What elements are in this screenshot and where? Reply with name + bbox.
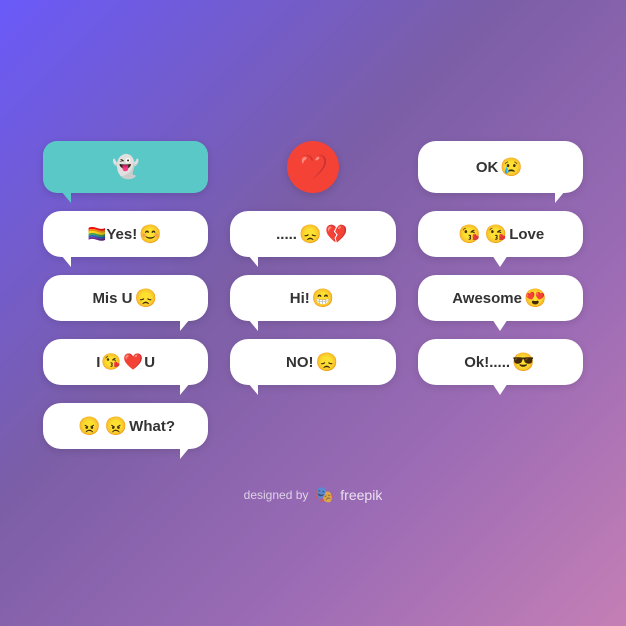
bubble-hi-text: Hi! xyxy=(290,290,310,307)
bubble-what: 😠 😠 What? xyxy=(43,403,208,449)
bubble-ok2: Ok!..... 😎 xyxy=(418,339,583,385)
bubble-grid: 👻 ❤️ OK 😢 🏳️‍🌈Yes! 😊 ..... 😞 💔 😘 😘 Love … xyxy=(23,121,603,469)
bubble-ilu-emoji2: ❤️ xyxy=(123,352,143,372)
bubble-ok: OK 😢 xyxy=(418,141,583,193)
bubble-ok2-text: Ok!..... xyxy=(464,354,510,371)
bubble-ok2-emoji: 😎 xyxy=(512,352,534,373)
bubble-ok-emoji: 😢 xyxy=(500,157,522,178)
heart-emoji: ❤️ xyxy=(298,153,328,182)
bubble-love-text: Love xyxy=(509,226,544,243)
footer-brand: freepik xyxy=(340,487,382,503)
bubble-ok-text: OK xyxy=(476,159,499,176)
bubble-what-emoji1: 😠 xyxy=(78,416,100,437)
bubble-awesome-text: Awesome xyxy=(452,290,522,307)
bubble-dots: ..... 😞 💔 xyxy=(230,211,395,257)
bubble-hi: Hi! 😁 xyxy=(230,275,395,321)
bubble-yes: 🏳️‍🌈Yes! 😊 xyxy=(43,211,208,257)
freepik-icon: 🎭 xyxy=(314,485,334,505)
footer: designed by 🎭 freepik xyxy=(244,485,383,505)
bubble-yes-emoji: 😊 xyxy=(139,224,161,245)
bubble-misu-emoji: 😞 xyxy=(134,288,156,309)
bubble-dots-text: ..... xyxy=(276,226,297,243)
bubble-misu-text: Mis U xyxy=(92,290,132,307)
bubble-awesome-emoji: 😍 xyxy=(524,288,546,309)
bubble-ilu: I 😘 ❤️ U xyxy=(43,339,208,385)
ghost-emoji: 👻 xyxy=(112,154,139,180)
bubble-love-emoji1: 😘 xyxy=(458,224,480,245)
bubble-love: 😘 😘 Love xyxy=(418,211,583,257)
bubble-heart: ❤️ xyxy=(287,141,339,193)
bubble-dots-emoji1: 😞 xyxy=(299,224,321,245)
bubble-ilu-emoji1: 😘 xyxy=(101,352,121,372)
bubble-what-text: What? xyxy=(129,418,175,435)
bubble-ilu-u: U xyxy=(144,354,155,371)
footer-designed-by: designed by xyxy=(244,488,309,502)
bubble-awesome: Awesome 😍 xyxy=(418,275,583,321)
bubble-no-text: NO! xyxy=(286,354,314,371)
bubble-no-emoji: 😞 xyxy=(316,352,338,373)
bubble-yes-text: 🏳️‍🌈Yes! xyxy=(88,225,138,243)
bubble-no: NO! 😞 xyxy=(230,339,395,385)
bubble-what-emoji2: 😠 xyxy=(105,416,127,437)
bubble-hi-emoji: 😁 xyxy=(312,288,334,309)
bubble-love-emoji2: 😘 xyxy=(485,224,507,245)
bubble-dots-emoji2: 💔 xyxy=(325,224,347,245)
bubble-ghost: 👻 xyxy=(43,141,208,193)
bubble-misu: Mis U 😞 xyxy=(43,275,208,321)
bubble-ilu-i: I xyxy=(96,354,100,371)
